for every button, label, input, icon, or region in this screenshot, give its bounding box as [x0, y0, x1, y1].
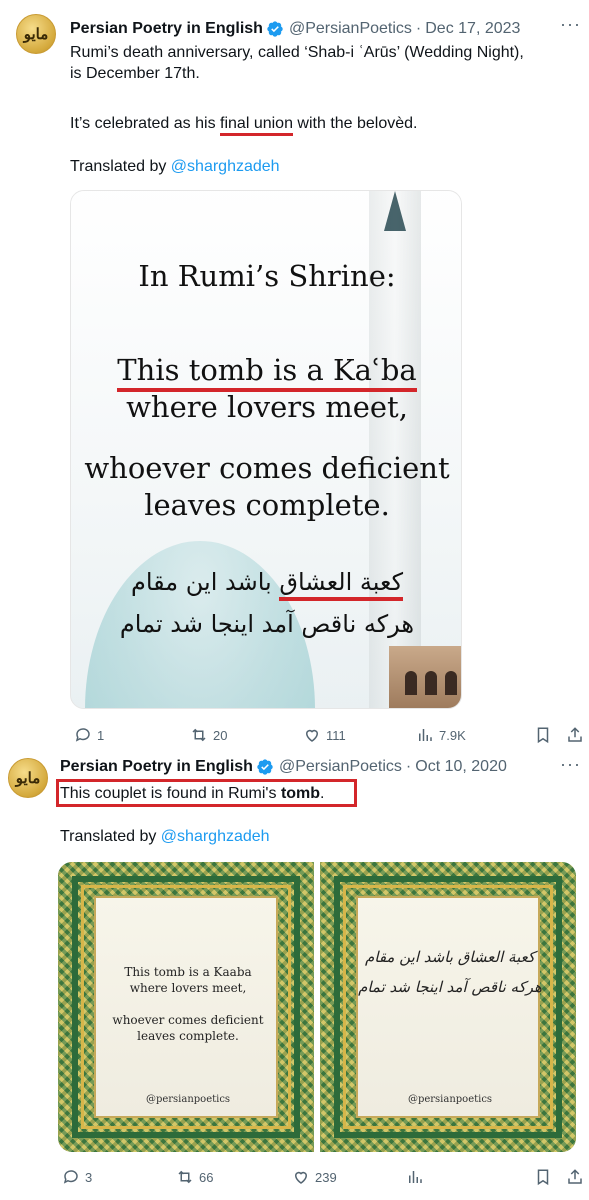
text-segment: It’s celebrated as his	[70, 115, 221, 132]
translated-by: Translated by @sharghzadeh	[70, 156, 280, 177]
like-button[interactable]: 111	[303, 726, 346, 744]
verified-badge-icon	[267, 21, 283, 37]
views-icon	[409, 1171, 422, 1183]
arch	[425, 671, 437, 695]
poem-line-2: where lovers meet,	[126, 390, 408, 424]
repost-icon	[178, 1170, 192, 1184]
like-icon	[294, 1171, 308, 1184]
like-button[interactable]: 239	[292, 1168, 337, 1186]
avatar[interactable]: مایو	[16, 14, 56, 54]
author-name[interactable]: Persian Poetry in English	[70, 20, 263, 38]
share-icon	[568, 727, 582, 742]
separator: ·	[405, 758, 412, 775]
arch	[405, 671, 417, 695]
share-button[interactable]	[566, 726, 589, 744]
bold-word: tomb	[280, 785, 321, 802]
tweet-image-gallery[interactable]: This tomb is a Kaaba where lovers meet, …	[58, 862, 576, 1152]
card-persian-line-2: هرکه ناقص آمد اینجا شد تمام	[358, 978, 542, 996]
reply-button[interactable]: 1	[74, 726, 104, 744]
poem-card: کعبة العشاق باشد این مقام هرکه ناقص آمد …	[356, 896, 542, 1118]
like-icon	[305, 729, 319, 742]
persian-highlight: کعبة العشاق	[279, 568, 404, 601]
arch	[445, 671, 457, 695]
views-icon	[419, 729, 432, 741]
more-icon[interactable]: ···	[560, 754, 581, 775]
card-credit: @persianpoetics	[145, 1094, 231, 1105]
translated-by-label: Translated by	[60, 828, 161, 845]
repost-count: 66	[199, 1169, 214, 1185]
translated-by: Translated by @sharghzadeh	[60, 826, 270, 847]
image-left[interactable]: This tomb is a Kaaba where lovers meet, …	[58, 862, 314, 1152]
views-count: 7.9K	[439, 727, 466, 743]
avatar-text: مایو	[23, 25, 49, 43]
tweet-text: Rumi’s death anniversary, called ‘Shab-i…	[70, 42, 585, 84]
poem-line-1-text: This tomb is a Kaʿba	[117, 353, 417, 392]
poem-line-4: leaves complete.	[144, 488, 390, 522]
poem-card: This tomb is a Kaaba where lovers meet, …	[94, 896, 278, 1118]
highlighted-phrase: final union	[220, 115, 293, 136]
reply-icon	[75, 728, 90, 742]
views-button[interactable]: 7.9K	[416, 726, 466, 744]
card-line-1: This tomb is a Kaaba	[124, 965, 252, 979]
poem-line-3: whoever comes deficient	[84, 451, 450, 485]
more-icon[interactable]: ···	[560, 14, 581, 35]
image-title: In Rumi’s Shrine:	[138, 259, 396, 293]
avatar[interactable]: مایو	[8, 758, 48, 798]
reply-icon	[63, 1170, 78, 1184]
persian-text: باشد این مقام	[130, 568, 280, 596]
card-line-3: whoever comes deficient	[112, 1013, 264, 1027]
persian-line-2: هرکه ناقص آمد اینجا شد تمام	[119, 610, 415, 638]
post-date[interactable]: Dec 17, 2023	[425, 20, 520, 38]
author-handle[interactable]: @PersianPoetics	[279, 758, 402, 776]
bookmark-button[interactable]	[534, 1168, 557, 1186]
like-count: 239	[315, 1169, 337, 1185]
text-segment: .	[320, 785, 325, 802]
image-right[interactable]: کعبة العشاق باشد این مقام هرکه ناقص آمد …	[320, 862, 576, 1152]
card-line-2: where lovers meet,	[129, 981, 247, 995]
repost-button[interactable]: 66	[176, 1168, 213, 1186]
tweet-header: Persian Poetry in English @PersianPoetic…	[70, 20, 520, 38]
card-line-4: leaves complete.	[137, 1029, 239, 1043]
card-persian-line-1: کعبة العشاق باشد این مقام	[364, 948, 535, 966]
translator-link[interactable]: @sharghzadeh	[161, 828, 270, 845]
tweet-image[interactable]: In Rumi’s Shrine: This tomb is a Kaʿba w…	[70, 190, 462, 709]
reply-button[interactable]: 3	[62, 1168, 92, 1186]
author-name[interactable]: Persian Poetry in English	[60, 758, 253, 776]
verified-badge-icon	[257, 759, 273, 775]
views-button[interactable]	[406, 1168, 429, 1186]
repost-count: 20	[213, 727, 228, 743]
translator-link[interactable]: @sharghzadeh	[171, 158, 280, 175]
bookmark-icon	[537, 1169, 549, 1186]
poem-line-1: This tomb is a Kaʿba	[71, 353, 461, 392]
repost-button[interactable]: 20	[190, 726, 227, 744]
post-date[interactable]: Oct 10, 2020	[415, 758, 507, 776]
bookmark-button[interactable]	[534, 726, 557, 744]
avatar-text: مایو	[15, 769, 41, 787]
text-segment: with the belovèd.	[292, 115, 418, 132]
tweet-text-paragraph-2: It’s celebrated as his final union with …	[70, 113, 418, 136]
reply-count: 1	[97, 727, 105, 743]
repost-icon	[192, 728, 206, 742]
separator: ·	[415, 20, 422, 37]
card-credit: @persianpoetics	[407, 1094, 493, 1105]
tweet-text-line-1: Rumi’s death anniversary, called ‘Shab-i…	[70, 44, 524, 61]
share-button[interactable]	[566, 1168, 589, 1186]
tweet-text-line-2: is December 17th.	[70, 65, 200, 82]
translated-by-label: Translated by	[70, 158, 171, 175]
text-segment: This couplet is found in Rumi's	[60, 785, 281, 802]
tweet-1[interactable]: مایو Persian Poetry in English @PersianP…	[0, 0, 589, 752]
author-handle[interactable]: @PersianPoetics	[289, 20, 412, 38]
persian-line-1: کعبة العشاق باشد این مقام	[71, 563, 461, 601]
bookmark-icon	[537, 727, 549, 744]
tweet-text: This couplet is found in Rumi's tomb.	[60, 783, 325, 804]
reply-count: 3	[85, 1169, 93, 1185]
tweet-header: Persian Poetry in English @PersianPoetic…	[60, 758, 507, 776]
share-icon	[568, 1169, 582, 1184]
like-count: 111	[326, 727, 346, 743]
tweet-2[interactable]: مایو Persian Poetry in English @PersianP…	[0, 752, 589, 1200]
